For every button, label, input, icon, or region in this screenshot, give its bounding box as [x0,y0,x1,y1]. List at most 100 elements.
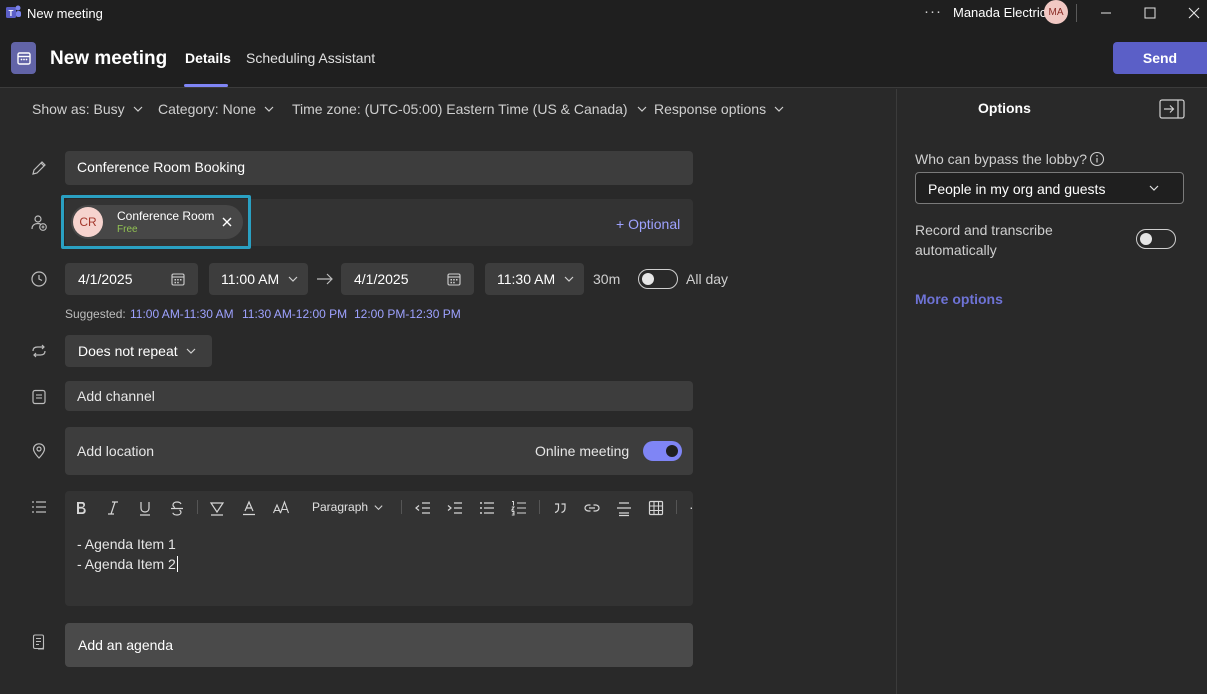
chevron-down-icon [374,505,383,511]
highlight-icon[interactable] [208,499,226,517]
start-time-dropdown[interactable]: 11:00 AM [209,263,308,295]
chevron-down-icon [264,106,274,112]
close-window-icon[interactable] [1184,3,1204,23]
meeting-title-value: Conference Room Booking [77,159,246,175]
attendee-chip[interactable]: CR Conference Room Free [71,205,243,239]
underline-icon[interactable] [136,499,154,517]
table-icon[interactable] [647,499,665,517]
channel-icon [32,389,46,405]
options-panel-title: Options [978,100,1031,116]
category-dropdown[interactable]: Category: None [158,101,275,117]
quote-icon[interactable] [551,499,569,517]
add-agenda-label: Add an agenda [78,637,173,653]
remove-attendee-icon[interactable] [220,215,234,229]
meeting-title-input[interactable]: Conference Room Booking [65,151,693,185]
text-align-icon [32,501,46,513]
tab-details[interactable]: Details [185,50,231,66]
show-as-dropdown[interactable]: Show as: Busy [32,101,144,117]
response-options-label: Response options [654,101,767,117]
font-size-icon[interactable] [272,499,290,517]
page-title: New meeting [50,48,168,69]
meeting-duration: 30m [593,271,621,287]
paragraph-style-label: Paragraph [312,500,369,514]
user-avatar[interactable]: MA [1044,0,1068,24]
pencil-icon [32,161,46,175]
attendee-status: Free [117,224,138,235]
more-actions-button[interactable]: ··· [924,3,942,20]
repeat-dropdown[interactable]: Does not repeat [65,335,212,367]
online-meeting-toggle[interactable] [643,441,682,461]
online-meeting-label: Online meeting [535,443,630,459]
minimize-icon[interactable] [1096,3,1116,23]
all-day-label: All day [686,271,729,287]
horizontal-rule-icon[interactable] [615,499,633,517]
add-person-icon [31,215,47,231]
collapse-panel-icon[interactable] [1159,99,1185,119]
chevron-down-icon [637,106,647,112]
calendar-icon [447,273,461,286]
font-color-icon[interactable] [240,499,258,517]
start-time-value: 11:00 AM [221,271,280,287]
attendee-avatar: CR [73,207,103,237]
increase-indent-icon[interactable] [446,499,464,517]
record-transcribe-label-line-1: Record and transcribe [915,222,1053,238]
add-channel-input[interactable]: Add channel [65,381,693,411]
add-agenda-button[interactable]: Add an agenda [65,623,693,667]
more-options-link[interactable]: More options [915,291,1003,307]
more-formatting-icon[interactable]: · [689,499,694,515]
repeat-value: Does not repeat [78,343,178,359]
suggested-time-3[interactable]: 12:00 PM-12:30 PM [354,307,461,321]
time-zone-label: Time zone: (UTC-05:00) Eastern Time (US … [292,101,628,117]
add-location-input[interactable]: Add location Online meeting [65,427,693,475]
record-transcribe-label-line-2: automatically [915,242,997,258]
decrease-indent-icon[interactable] [414,499,432,517]
organization-name[interactable]: Manada Electric [953,5,1046,20]
add-channel-placeholder: Add channel [77,388,155,404]
arrow-right-icon [317,273,333,285]
all-day-toggle[interactable] [638,269,678,289]
start-date-picker[interactable]: 4/1/2025 [65,263,198,295]
body-line-2: - Agenda Item 2 [77,556,176,572]
optional-attendees-link[interactable]: + Optional [616,216,680,232]
link-icon[interactable] [583,499,601,517]
lobby-bypass-dropdown[interactable]: People in my org and guests [915,172,1184,204]
suggested-time-1[interactable]: 11:00 AM-11:30 AM [130,307,234,321]
title-bar: T New meeting ··· Manada Electric MA [0,0,1207,26]
toolbar-divider [197,500,198,514]
title-bar-divider [1076,4,1077,22]
toggle-knob [666,445,678,457]
paragraph-style-dropdown[interactable]: Paragraph [312,500,368,514]
end-time-dropdown[interactable]: 11:30 AM [485,263,584,295]
record-transcribe-toggle[interactable] [1136,229,1176,249]
chevron-down-icon [288,276,298,282]
suggested-label: Suggested: [65,307,126,321]
chevron-down-icon [774,106,784,112]
add-location-placeholder: Add location [77,443,155,459]
suggested-time-2[interactable]: 11:30 AM-12:00 PM [242,307,347,321]
time-zone-dropdown[interactable]: Time zone: (UTC-05:00) Eastern Time (US … [292,101,649,117]
strikethrough-icon[interactable] [168,499,186,517]
bulleted-list-icon[interactable] [478,499,496,517]
window-title: New meeting [27,6,103,21]
toggle-knob [1140,233,1152,245]
send-button[interactable]: Send [1113,42,1207,74]
response-options-dropdown[interactable]: Response options [654,101,785,117]
toolbar-divider [401,500,402,514]
lobby-bypass-label: Who can bypass the lobby? [915,151,1087,167]
italic-icon[interactable] [104,499,122,517]
calendar-app-icon [11,42,36,74]
show-as-label: Show as: Busy [32,101,125,117]
chevron-down-icon [133,106,143,112]
location-pin-icon [32,443,46,459]
maximize-icon[interactable] [1140,3,1160,23]
text-cursor [177,556,178,572]
numbered-list-icon[interactable] [510,499,528,517]
body-line-1: - Agenda Item 1 [77,536,176,552]
end-date-picker[interactable]: 4/1/2025 [341,263,474,295]
clock-icon [31,271,47,287]
info-icon[interactable] [1089,151,1105,167]
end-time-value: 11:30 AM [497,271,556,287]
bold-icon[interactable] [72,499,90,517]
toggle-knob [642,273,654,285]
tab-scheduling-assistant[interactable]: Scheduling Assistant [246,50,375,66]
